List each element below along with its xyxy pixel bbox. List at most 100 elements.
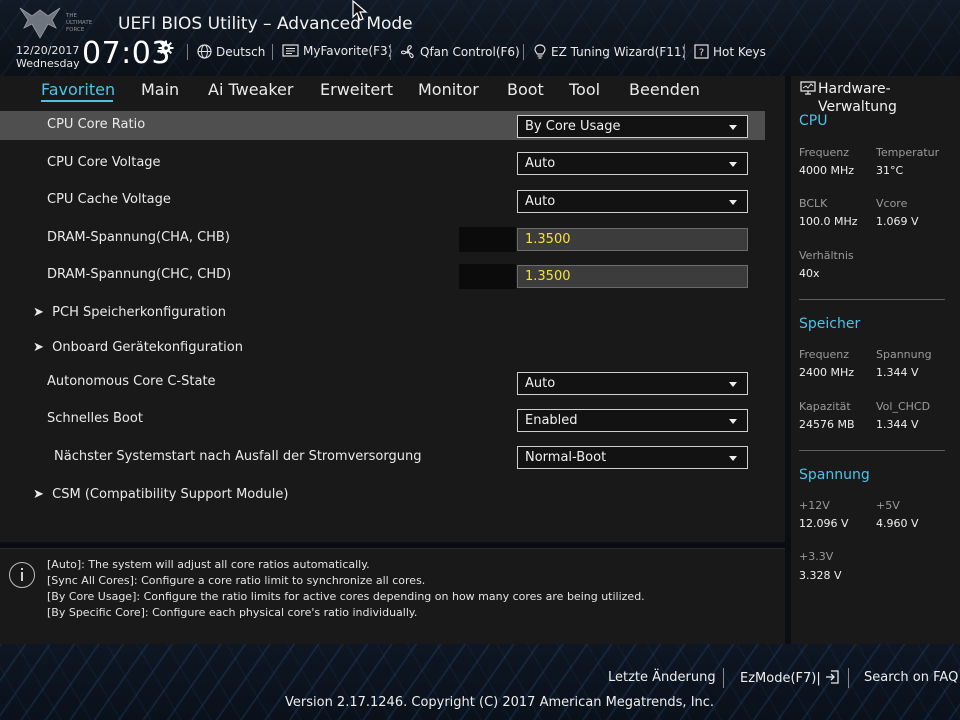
setting-label-cpu-cache-voltage[interactable]: CPU Cache Voltage (47, 192, 171, 207)
dram-cha-chb-input[interactable]: 1.3500 (517, 228, 748, 251)
submenu-pch-speicher[interactable]: ➤ PCH Speicherkonfiguration (33, 305, 226, 320)
hot-keys-label: Hot Keys (713, 44, 766, 59)
ezmode-button[interactable]: EzMode(F7)| (740, 670, 839, 686)
dropdown-value: Auto (525, 194, 556, 209)
setting-label-autonomous-c-state[interactable]: Autonomous Core C-State (47, 374, 216, 389)
bulb-icon (534, 44, 546, 59)
app-title: UEFI BIOS Utility – Advanced Mode (118, 14, 413, 34)
toolbar-separator (187, 44, 188, 60)
vcore-label: Vcore (876, 197, 908, 210)
tab-boot[interactable]: Boot (507, 80, 544, 99)
submenu-label: PCH Speicherkonfiguration (52, 305, 226, 320)
mem-frequency-value: 2400 MHz (799, 366, 855, 379)
footer-separator (848, 668, 849, 688)
mem-voltage-label: Spannung (876, 348, 932, 361)
globe-icon (197, 44, 212, 59)
svg-text:THE: THE (65, 13, 77, 19)
toolbar-separator (272, 44, 273, 60)
divider (799, 450, 945, 451)
hot-keys-button[interactable]: ? Hot Keys (694, 44, 766, 59)
last-change-button[interactable]: Letzte Änderung (608, 670, 716, 685)
weekday-text: Wednesday (16, 57, 80, 70)
tab-erweitert[interactable]: Erweitert (320, 80, 393, 99)
cpu-core-ratio-dropdown[interactable]: By Core Usage (517, 115, 748, 138)
chevron-down-icon (729, 200, 737, 205)
submenu-arrow-icon: ➤ (33, 487, 53, 502)
submenu-arrow-icon: ➤ (33, 305, 53, 320)
gear-icon[interactable] (158, 40, 174, 56)
chevron-down-icon (729, 456, 737, 461)
ratio-value: 40x (799, 267, 820, 280)
power-loss-restart-dropdown[interactable]: Normal-Boot (517, 446, 748, 469)
toolbar-separator (523, 44, 524, 60)
submenu-label: Onboard Gerätekonfiguration (52, 340, 243, 355)
ez-tuning-wizard-button[interactable]: EZ Tuning Wizard(F11) (533, 44, 686, 60)
v33-value: 3.328 V (799, 569, 842, 582)
dropdown-value: Enabled (525, 413, 578, 428)
info-icon (9, 562, 35, 588)
cpu-cache-voltage-dropdown[interactable]: Auto (517, 190, 748, 213)
mem-capacity-label: Kapazität (799, 400, 851, 413)
active-tab-indicator (41, 100, 113, 102)
search-faq-button[interactable]: Search on FAQ (864, 670, 958, 685)
help-text-line: [By Specific Core]: Configure each physi… (47, 606, 418, 619)
submenu-csm[interactable]: ➤ CSM (Compatibility Support Module) (33, 487, 288, 502)
submenu-onboard-geraete[interactable]: ➤ Onboard Gerätekonfiguration (33, 340, 243, 355)
input-value: 1.3500 (525, 232, 571, 247)
footer-separator (723, 668, 724, 688)
svg-text:ULTIMATE: ULTIMATE (66, 20, 93, 26)
language-label: Deutsch (216, 44, 266, 59)
divider (799, 299, 945, 300)
fan-icon (400, 45, 414, 59)
tab-monitor[interactable]: Monitor (418, 80, 479, 99)
help-text-line: [By Core Usage]: Configure the ratio lim… (47, 590, 645, 603)
setting-label-schnelles-boot[interactable]: Schnelles Boot (47, 411, 143, 426)
dropdown-value: By Core Usage (525, 119, 621, 134)
myfavorite-button[interactable]: MyFavorite(F3) (282, 44, 392, 58)
setting-label-dram-chc-chd[interactable]: DRAM-Spannung(CHC, CHD) (47, 267, 231, 282)
language-button[interactable]: Deutsch (197, 44, 265, 59)
bclk-value: 100.0 MHz (799, 215, 858, 228)
ezmode-label: EzMode(F7)| (740, 671, 821, 686)
cpu-frequency-label: Frequenz (799, 146, 850, 159)
schnelles-boot-dropdown[interactable]: Enabled (517, 409, 748, 432)
ez-tuning-label: EZ Tuning Wizard(F11) (551, 45, 687, 59)
date-text: 12/20/2017 (16, 44, 80, 57)
voltage-readout (459, 264, 516, 289)
date-display: 12/20/2017 Wednesday (16, 44, 80, 70)
tab-tool[interactable]: Tool (569, 80, 600, 99)
input-value: 1.3500 (525, 269, 571, 284)
qfan-label: Qfan Control(F6) (420, 45, 520, 59)
setting-label-cpu-core-voltage[interactable]: CPU Core Voltage (47, 155, 161, 170)
voltage-readout (459, 227, 516, 252)
setting-label-cpu-core-ratio[interactable]: CPU Core Ratio (47, 117, 145, 132)
dropdown-value: Auto (525, 376, 556, 391)
v12-value: 12.096 V (799, 517, 849, 530)
tab-main[interactable]: Main (141, 80, 179, 99)
tab-favoriten[interactable]: Favoriten (41, 80, 115, 99)
cpu-core-voltage-dropdown[interactable]: Auto (517, 152, 748, 175)
chevron-down-icon (729, 419, 737, 424)
bclk-label: BCLK (799, 197, 828, 210)
chevron-down-icon (729, 125, 737, 130)
v5-value: 4.960 V (876, 517, 919, 530)
vol-chcd-value: 1.344 V (876, 418, 919, 431)
setting-label-power-loss-restart[interactable]: Nächster Systemstart nach Ausfall der St… (54, 449, 421, 464)
submenu-label: CSM (Compatibility Support Module) (52, 487, 289, 502)
exit-icon (825, 670, 839, 684)
cpu-temperature-label: Temperatur (876, 146, 940, 159)
setting-label-dram-cha-chb[interactable]: DRAM-Spannung(CHA, CHB) (47, 230, 230, 245)
tab-ai-tweaker[interactable]: Ai Tweaker (208, 80, 293, 99)
qfan-control-button[interactable]: Qfan Control(F6) (400, 44, 520, 60)
chevron-down-icon (729, 162, 737, 167)
cpu-frequency-value: 4000 MHz (799, 164, 855, 177)
dram-chc-chd-input[interactable]: 1.3500 (517, 265, 748, 288)
tab-beenden[interactable]: Beenden (629, 80, 700, 99)
mouse-pointer-icon (352, 0, 368, 21)
tuf-logo: THE ULTIMATE FORCE (19, 7, 93, 39)
toolbar-separator (684, 44, 685, 60)
dropdown-value: Normal-Boot (525, 450, 607, 465)
question-icon: ? (694, 44, 709, 59)
autonomous-c-state-dropdown[interactable]: Auto (517, 372, 748, 395)
cpu-section-title: CPU (799, 113, 828, 129)
